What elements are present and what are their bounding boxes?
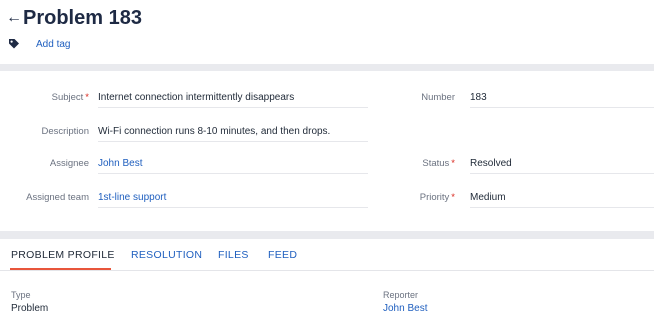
section-divider (0, 64, 654, 71)
required-mark: * (85, 92, 89, 103)
active-tab-indicator (10, 268, 111, 270)
description-label: Description (41, 126, 89, 137)
tab-problem-profile[interactable]: PROBLEM PROFILE (11, 249, 115, 262)
number-underline (470, 107, 654, 108)
description-underline (98, 141, 368, 142)
assignee-label: Assignee (49, 158, 89, 169)
problem-profile-panel: Type Problem Reporter John Best (0, 272, 654, 318)
type-label: Type (11, 290, 31, 300)
subject-underline (98, 107, 368, 108)
back-arrow-icon[interactable]: ← (6, 9, 22, 27)
tab-resolution[interactable]: RESOLUTION (131, 249, 202, 262)
status-field[interactable]: Resolved (470, 158, 512, 170)
section-divider (0, 231, 654, 239)
status-label: Status * (422, 158, 455, 169)
tag-icon[interactable] (8, 38, 20, 50)
priority-label: Priority * (419, 192, 455, 203)
priority-underline (470, 207, 654, 208)
subject-label: Subject * (51, 92, 89, 103)
page-header: ← Problem 183 Add tag (0, 0, 654, 64)
add-tag-link[interactable]: Add tag (36, 38, 70, 51)
assigned-team-label: Assigned team (26, 192, 89, 203)
type-value: Problem (11, 303, 49, 314)
assigned-team-link[interactable]: 1st-line support (98, 192, 166, 204)
reporter-link[interactable]: John Best (383, 303, 427, 315)
assignee-underline (98, 173, 368, 174)
assigned-team-underline (98, 207, 368, 208)
problem-details: Subject * Internet connection intermitten… (0, 71, 654, 231)
required-mark: * (451, 158, 455, 169)
tab-bar: PROBLEM PROFILE RESOLUTION FILES FEED (0, 239, 654, 271)
tab-feed[interactable]: FEED (268, 249, 297, 262)
priority-field[interactable]: Medium (470, 192, 506, 204)
number-field[interactable]: 183 (470, 92, 487, 104)
assignee-link[interactable]: John Best (98, 158, 142, 170)
reporter-label: Reporter (383, 290, 419, 300)
number-label: Number (421, 92, 455, 103)
page-title: Problem 183 (23, 7, 142, 29)
description-field[interactable]: Wi-Fi connection runs 8-10 minutes, and … (98, 126, 330, 138)
subject-field[interactable]: Internet connection intermittently disap… (98, 92, 294, 104)
status-underline (470, 173, 654, 174)
tab-files[interactable]: FILES (218, 249, 249, 262)
required-mark: * (451, 192, 455, 203)
